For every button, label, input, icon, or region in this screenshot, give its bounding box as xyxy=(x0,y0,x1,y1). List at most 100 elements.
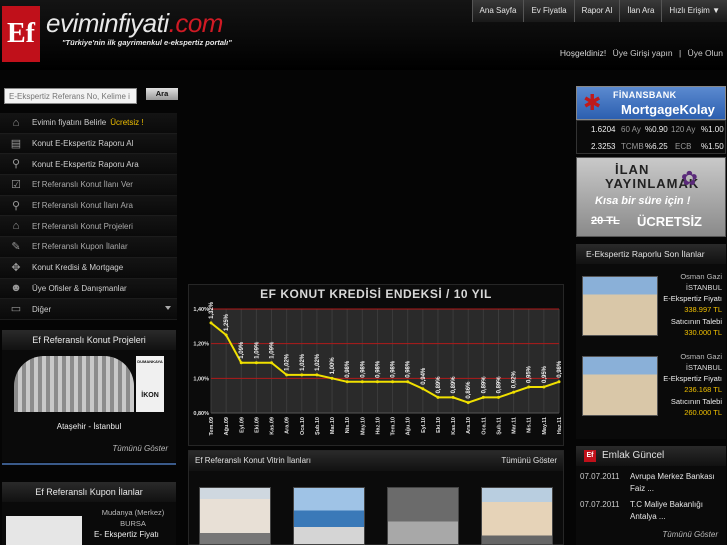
data-point xyxy=(406,380,410,384)
promo-banner[interactable]: İLAN YAYINLAMAK ✿ Kısa bir süre için ! 2… xyxy=(576,157,726,237)
menu-item-other[interactable]: ▭ Diğer xyxy=(0,299,177,320)
document-icon: ▤ xyxy=(10,137,22,150)
news-headline: T.C Maliye Bakanlığı xyxy=(630,500,703,509)
top-nav: Ana Sayfa Ev Fiyatla Rapor Al İlan Ara H… xyxy=(471,0,727,22)
showcase-thumb[interactable] xyxy=(293,487,365,545)
coupon-image[interactable] xyxy=(6,516,82,545)
rate-value: %6.25 xyxy=(645,142,668,151)
showcase-title: Ef Referanslı Konut Vitrin İlanları xyxy=(195,456,311,465)
header: Ef eviminfiyati.com "Türkiye'nin ilk gay… xyxy=(0,0,727,70)
x-tick-label: Şub.10 xyxy=(315,417,321,435)
showcase-thumb[interactable] xyxy=(387,487,459,545)
showcase-thumb[interactable] xyxy=(481,487,553,545)
showcase-thumb[interactable] xyxy=(199,487,271,545)
news-more-link[interactable]: Tümünü Göster xyxy=(662,530,718,539)
data-point xyxy=(542,385,546,389)
house-icon: ⌂ xyxy=(12,116,20,129)
logo-word: İKON xyxy=(141,392,159,399)
bank-banner[interactable]: ✱ FİNANSBANK MortgageKolay xyxy=(576,86,726,120)
tag-icon: ✎ xyxy=(11,240,21,253)
menu-item-post-listing[interactable]: ☑ Ef Referanslı Konut İlanı Ver xyxy=(0,175,177,196)
x-tick-label: Eki.09 xyxy=(254,417,260,433)
houses-icon: ⌂ xyxy=(12,220,20,233)
nav-price[interactable]: Ev Fiyatla xyxy=(523,0,574,22)
listing-price-label: E-Ekspertiz Fiyatı xyxy=(663,374,722,383)
x-tick-label: Ağu.09 xyxy=(224,417,230,435)
listing-item[interactable]: Osman Gazi İSTANBUL E-Ekspertiz Fiyatı 3… xyxy=(576,272,726,342)
site-logo[interactable]: eviminfiyati.com xyxy=(46,8,223,39)
data-label: 0,89% xyxy=(451,376,457,394)
x-tick-label: May.10 xyxy=(360,417,366,435)
rate-value: 2.3253 xyxy=(591,142,616,151)
register-link[interactable]: Üye Olun xyxy=(688,48,723,58)
data-label: 1,09% xyxy=(239,341,245,359)
listing-district: Osman Gazi xyxy=(680,272,722,281)
y-tick-label: 1,00% xyxy=(193,376,209,382)
news-headline: Avrupa Merkez Bankası xyxy=(630,472,715,481)
login-link[interactable]: Üye Girişi yapın xyxy=(613,48,673,58)
menu-item-price[interactable]: ⌂ Evimin fiyatını Belirle Ücretsiz ! xyxy=(0,113,177,134)
menu-item-projects[interactable]: ⌂ Ef Referanslı Konut Projeleri xyxy=(0,216,177,238)
search-button[interactable]: Ara xyxy=(146,88,178,100)
showcase-box: Ef Referanslı Konut Vitrin İlanları Tümün… xyxy=(188,450,564,545)
data-label: 0,94% xyxy=(421,367,427,385)
data-point xyxy=(360,380,364,384)
handshake-icon: ✥ xyxy=(11,261,21,274)
logo-icon[interactable]: Ef xyxy=(2,6,40,62)
projects-more-link[interactable]: Tümünü Göster xyxy=(112,444,168,453)
rate-term: ECB xyxy=(675,142,692,151)
separator: | xyxy=(678,48,682,58)
rate-term: 60 Ay xyxy=(621,125,641,134)
menu-item-report-search[interactable]: ⚲ Konut E-Ekspertiz Raporu Ara xyxy=(0,154,177,176)
promo-line3: Kısa bir süre için ! xyxy=(595,195,691,207)
nav-listing-search[interactable]: İlan Ara xyxy=(619,0,662,22)
listing-city: İSTANBUL xyxy=(685,363,722,372)
menu-item-report[interactable]: ▤ Konut E-Ekspertiz Raporu Al xyxy=(0,133,177,155)
ef-logo-icon: Ef xyxy=(584,450,596,462)
listing-item[interactable]: Osman Gazi İSTANBUL E-Ekspertiz Fiyatı 2… xyxy=(576,352,726,422)
nav-home[interactable]: Ana Sayfa xyxy=(471,0,524,22)
welcome-bar: Hoşgeldiniz! Üye Girişi yapın | Üye Olun xyxy=(556,48,723,58)
divider xyxy=(2,463,176,465)
menu-label: Ef Referanslı Konut Projeleri xyxy=(32,221,133,231)
logo-name: eviminfiyati xyxy=(46,8,169,38)
menu-item-mortgage[interactable]: ✥ Konut Kredisi & Mortgage xyxy=(0,257,177,279)
data-point xyxy=(285,373,289,377)
listing-district: Osman Gazi xyxy=(680,352,722,361)
tagline: "Türkiye'nin ilk gayrimenkul e-ekspertiz… xyxy=(62,38,232,47)
listing-city: İSTANBUL xyxy=(685,283,722,292)
listing-ask-price: 260.000 TL xyxy=(684,408,722,417)
news-box: Ef Emlak Güncel 07.07.2011 Avrupa Merkez … xyxy=(576,446,726,545)
data-point xyxy=(254,361,258,365)
promo-free: ÜCRETSİZ xyxy=(637,214,702,229)
nav-report[interactable]: Rapor Al xyxy=(573,0,620,22)
project-logo: DUMANKAYA İKON xyxy=(136,356,164,412)
menu-label: Ef Referanslı Konut İlanı Ver xyxy=(32,180,133,190)
x-tick-label: Mar.10 xyxy=(330,417,336,434)
rate-value: %1.50 xyxy=(701,142,724,151)
data-label: 0,95% xyxy=(542,365,548,383)
x-tick-label: Tem.09 xyxy=(209,417,215,436)
search-input[interactable] xyxy=(4,88,137,104)
data-label: 1,00% xyxy=(330,357,336,375)
menu-item-search-listing[interactable]: ⚲ Ef Referanslı Konut İlanı Ara xyxy=(0,195,177,217)
menu-label: Ef Referanslı Kupon İlanlar xyxy=(32,242,128,252)
showcase-more-link[interactable]: Tümünü Göster xyxy=(501,451,557,471)
x-tick-label: Kas.09 xyxy=(270,417,276,435)
menu-item-offices[interactable]: ☻ Üye Ofisler & Danışmanlar xyxy=(0,278,177,300)
chart-title: EF KONUT KREDİSİ ENDEKSİ / 10 YIL xyxy=(260,287,492,301)
data-point xyxy=(481,395,485,399)
data-label: 0,98% xyxy=(360,360,366,378)
data-label: 0,89% xyxy=(496,376,502,394)
promo-line1: İLAN xyxy=(615,162,650,177)
project-image[interactable]: DUMANKAYA İKON xyxy=(14,356,164,412)
rates-table: 1.6204 60 Ay %0.90 120 Ay %1.00 2.3253 T… xyxy=(576,120,726,154)
projects-box: Ef Referanslı Konut Projeleri DUMANKAYA İ… xyxy=(2,330,176,462)
nav-quick-access[interactable]: Hızlı Erişim ▼ xyxy=(661,0,727,22)
menu-item-coupons[interactable]: ✎ Ef Referanslı Kupon İlanlar xyxy=(0,237,177,258)
x-tick-label: Haz.10 xyxy=(375,417,381,434)
index-chart: EF KONUT KREDİSİ ENDEKSİ / 10 YIL 1,40% 1… xyxy=(188,284,564,446)
coupons-box: Ef Referanslı Kupon İlanlar Mudanya (Mer… xyxy=(2,482,176,545)
news-headline-more: Faiz ... xyxy=(630,484,655,493)
data-label: 1,25% xyxy=(224,313,230,331)
